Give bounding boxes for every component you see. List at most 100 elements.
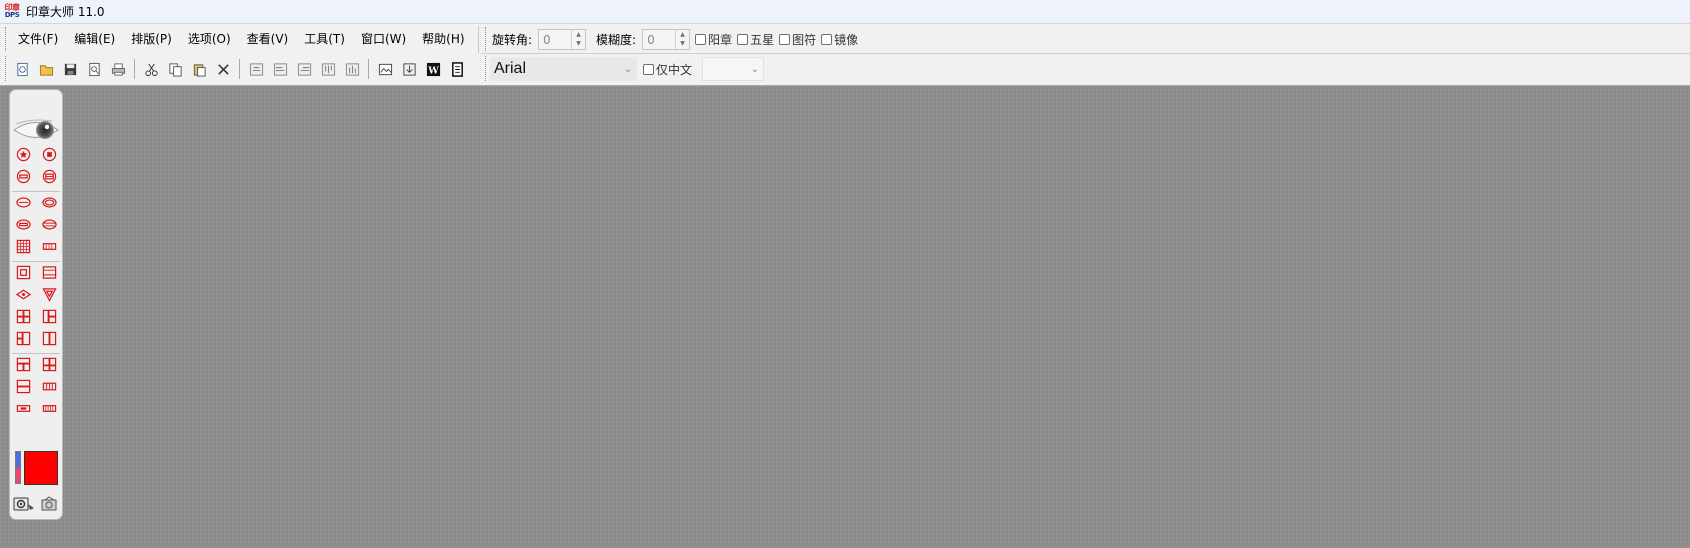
oval-double-bar-stamp-icon[interactable] <box>41 216 57 232</box>
rotation-spinner-arrows[interactable]: ▲ ▼ <box>571 30 585 49</box>
align-bottom-button[interactable] <box>340 57 364 81</box>
eye-preview-icon[interactable] <box>12 116 60 144</box>
font-select[interactable]: Arial ⌄ <box>490 57 637 81</box>
align-right-button[interactable] <box>292 57 316 81</box>
palette-row <box>10 168 62 184</box>
menu-help[interactable]: 帮助(H) <box>414 28 472 50</box>
toolbar-separator <box>368 59 369 79</box>
checkbox-box[interactable] <box>695 34 707 45</box>
current-color-swatch[interactable] <box>24 451 58 485</box>
more-button[interactable] <box>445 57 469 81</box>
option-label: 阳章 <box>708 33 733 47</box>
split-grid-stamp-icon[interactable] <box>41 308 57 324</box>
multi-cell-stamp-icon[interactable] <box>41 400 57 416</box>
menu-file[interactable]: 文件(F) <box>10 28 66 50</box>
diamond-stamp-icon[interactable] <box>15 286 31 302</box>
open-button[interactable] <box>34 57 58 81</box>
checkbox-box[interactable] <box>779 34 791 45</box>
oval-stamp-icon[interactable] <box>15 194 31 210</box>
font-size-select[interactable]: ⌄ <box>702 57 765 81</box>
blur-value[interactable]: 0 <box>643 33 675 47</box>
top-split-stamp-icon[interactable] <box>15 356 31 372</box>
word-button[interactable]: W <box>421 57 445 81</box>
paste-button[interactable] <box>187 57 211 81</box>
oval-double-stamp-icon[interactable] <box>41 194 57 210</box>
circle-bar-stamp-icon[interactable] <box>15 168 31 184</box>
small-rect-stamp-icon[interactable] <box>15 400 31 416</box>
save-button[interactable] <box>58 57 82 81</box>
two-column-stamp-icon[interactable] <box>41 330 57 346</box>
chinese-only-checkbox[interactable]: 仅中文 <box>643 61 692 78</box>
rotation-label: 旋转角: <box>492 33 533 47</box>
color-gradient-bar[interactable] <box>15 451 21 484</box>
print-icon <box>111 62 125 76</box>
copy-button[interactable] <box>163 57 187 81</box>
align-top-button[interactable] <box>316 57 340 81</box>
design-canvas[interactable] <box>0 86 1690 548</box>
spin-up-icon[interactable]: ▲ <box>680 31 685 38</box>
option-checkbox[interactable]: 镜像 <box>821 31 858 48</box>
menu-layout[interactable]: 排版(P) <box>123 28 180 50</box>
four-panel-stamp-icon[interactable] <box>41 356 57 372</box>
rotation-spinner[interactable]: 0 ▲ ▼ <box>538 29 587 50</box>
export-button[interactable] <box>397 57 421 81</box>
grid-stamp-icon[interactable] <box>15 238 31 254</box>
checkbox-box[interactable] <box>643 63 654 75</box>
option-checkbox[interactable]: 阳章 <box>695 31 732 48</box>
wide-strip-stamp-icon[interactable] <box>41 378 57 394</box>
palette-row <box>10 308 62 324</box>
palette-row <box>10 238 62 254</box>
rect-strip-stamp-icon[interactable] <box>41 238 57 254</box>
properties-bar: 旋转角: 0 ▲ ▼ 模糊度: 0 ▲ ▼ 阳章 五星 图符 镜像 <box>492 27 858 52</box>
two-row-stamp-icon[interactable] <box>15 378 31 394</box>
checkbox-box[interactable] <box>737 34 749 45</box>
spin-down-icon[interactable]: ▼ <box>680 41 685 47</box>
main-toolbar: W <box>10 55 469 83</box>
circle-seal-stamp-icon[interactable] <box>41 146 57 162</box>
app-logo-icon: 印章 DPS <box>3 3 21 21</box>
cut-button[interactable] <box>139 57 163 81</box>
option-checkbox[interactable]: 图符 <box>779 31 816 48</box>
insert-image-button[interactable] <box>373 57 397 81</box>
square-header-stamp-icon[interactable] <box>41 264 57 280</box>
more-icon <box>451 61 463 77</box>
square-stamp-icon[interactable] <box>15 264 31 280</box>
align-left-button[interactable] <box>268 57 292 81</box>
menu-tools[interactable]: 工具(T) <box>296 28 353 50</box>
props-grip[interactable] <box>485 27 488 51</box>
menu-edit[interactable]: 编辑(E) <box>66 28 123 50</box>
menubar-grip[interactable] <box>5 27 8 51</box>
option-checkbox[interactable]: 五星 <box>737 31 774 48</box>
menu-view[interactable]: 查看(V) <box>239 28 297 50</box>
circle-star-stamp-icon[interactable] <box>15 146 31 162</box>
blur-spinner-arrows[interactable]: ▲ ▼ <box>675 30 689 49</box>
delete-button[interactable] <box>211 57 235 81</box>
align-top-icon <box>321 62 335 76</box>
font-grip[interactable] <box>485 56 488 81</box>
toolbar-separator <box>239 59 240 79</box>
palette-row <box>10 378 62 394</box>
toolbar-grip[interactable] <box>5 56 8 81</box>
chevron-down-icon[interactable]: ⌄ <box>624 64 632 75</box>
print-preview-icon <box>88 62 100 76</box>
chevron-down-icon[interactable]: ⌄ <box>751 64 759 75</box>
triangle-stamp-icon[interactable] <box>41 286 57 302</box>
circle-double-bar-stamp-icon[interactable] <box>41 168 57 184</box>
spin-down-icon[interactable]: ▼ <box>576 41 581 47</box>
menu-window[interactable]: 窗口(W) <box>353 28 414 50</box>
print-button[interactable] <box>106 57 130 81</box>
settings-gear-icon[interactable] <box>13 496 35 515</box>
menu-options[interactable]: 选项(O) <box>180 28 239 50</box>
insert-image-icon <box>378 63 392 75</box>
blur-spinner[interactable]: 0 ▲ ▼ <box>642 29 691 50</box>
print-preview-button[interactable] <box>82 57 106 81</box>
left-split-stamp-icon[interactable] <box>15 330 31 346</box>
spin-up-icon[interactable]: ▲ <box>576 31 581 38</box>
quad-grid-stamp-icon[interactable] <box>15 308 31 324</box>
stamp-tool-icon[interactable] <box>41 495 59 515</box>
rotation-value[interactable]: 0 <box>539 33 571 47</box>
align-center-button[interactable] <box>244 57 268 81</box>
new-button[interactable] <box>10 57 34 81</box>
oval-bar-stamp-icon[interactable] <box>15 216 31 232</box>
checkbox-box[interactable] <box>821 34 833 45</box>
